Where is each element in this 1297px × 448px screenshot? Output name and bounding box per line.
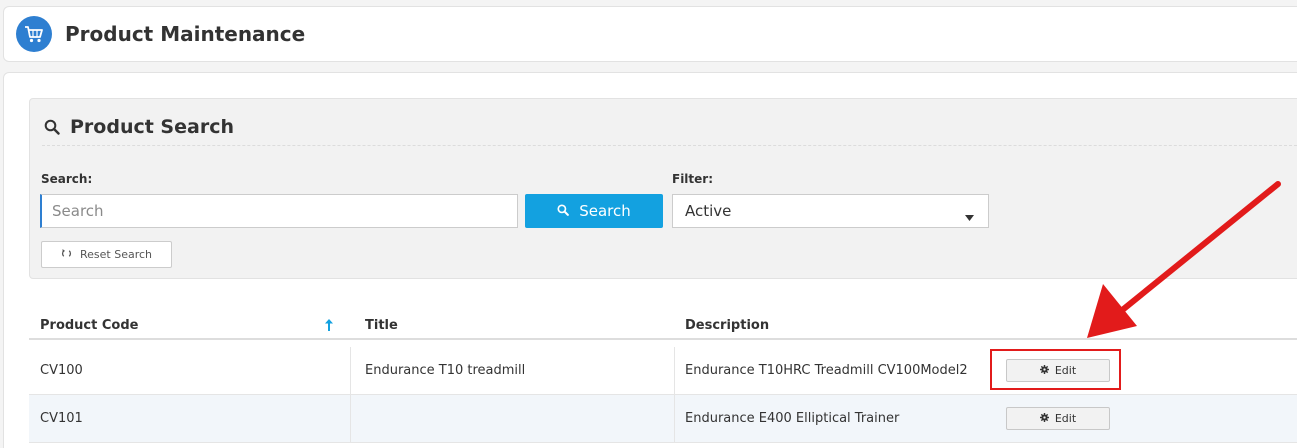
page-title: Product Maintenance: [65, 22, 306, 46]
page-header: Product Maintenance: [3, 6, 1297, 62]
panel-title-text: Product Search: [70, 116, 234, 138]
reset-search-label: Reset Search: [79, 248, 152, 261]
gear-icon: [1039, 412, 1049, 425]
cell-product-code: CV101: [40, 411, 83, 426]
search-icon: [44, 119, 60, 135]
column-separator: [350, 347, 351, 395]
cell-product-code: CV100: [40, 363, 83, 378]
sort-ascending-icon[interactable]: [325, 316, 333, 335]
edit-button-label: Edit: [1054, 412, 1077, 425]
annotation-highlight-box: [990, 349, 1121, 390]
cell-description: Endurance T10HRC Treadmill CV100Model2: [685, 363, 968, 378]
search-button[interactable]: Search: [525, 194, 663, 228]
table-row: CV101 Endurance E400 Elliptical Trainer …: [29, 395, 1297, 443]
filter-select[interactable]: Active: [672, 194, 989, 228]
cell-title: Endurance T10 treadmill: [365, 363, 526, 378]
filter-selected-value: Active: [685, 202, 732, 220]
search-icon: [557, 202, 570, 220]
refresh-icon: [61, 248, 72, 262]
panel-title: Product Search: [44, 116, 234, 138]
column-separator: [350, 395, 351, 443]
divider: [42, 145, 1297, 146]
caret-down-icon: [965, 207, 974, 225]
search-button-label: Search: [579, 202, 631, 220]
edit-button[interactable]: Edit: [1006, 407, 1110, 430]
search-input[interactable]: [40, 194, 518, 228]
cell-description: Endurance E400 Elliptical Trainer: [685, 411, 900, 426]
annotation-arrow-icon: [1087, 181, 1281, 338]
reset-search-button[interactable]: Reset Search: [41, 241, 172, 268]
column-header-product-code[interactable]: Product Code: [40, 318, 138, 333]
search-label: Search:: [41, 172, 93, 186]
column-header-title[interactable]: Title: [365, 318, 398, 333]
column-separator: [674, 395, 675, 443]
column-separator: [674, 347, 675, 395]
shopping-cart-icon: [16, 16, 52, 52]
column-header-description[interactable]: Description: [685, 318, 769, 333]
filter-label: Filter:: [672, 172, 714, 186]
